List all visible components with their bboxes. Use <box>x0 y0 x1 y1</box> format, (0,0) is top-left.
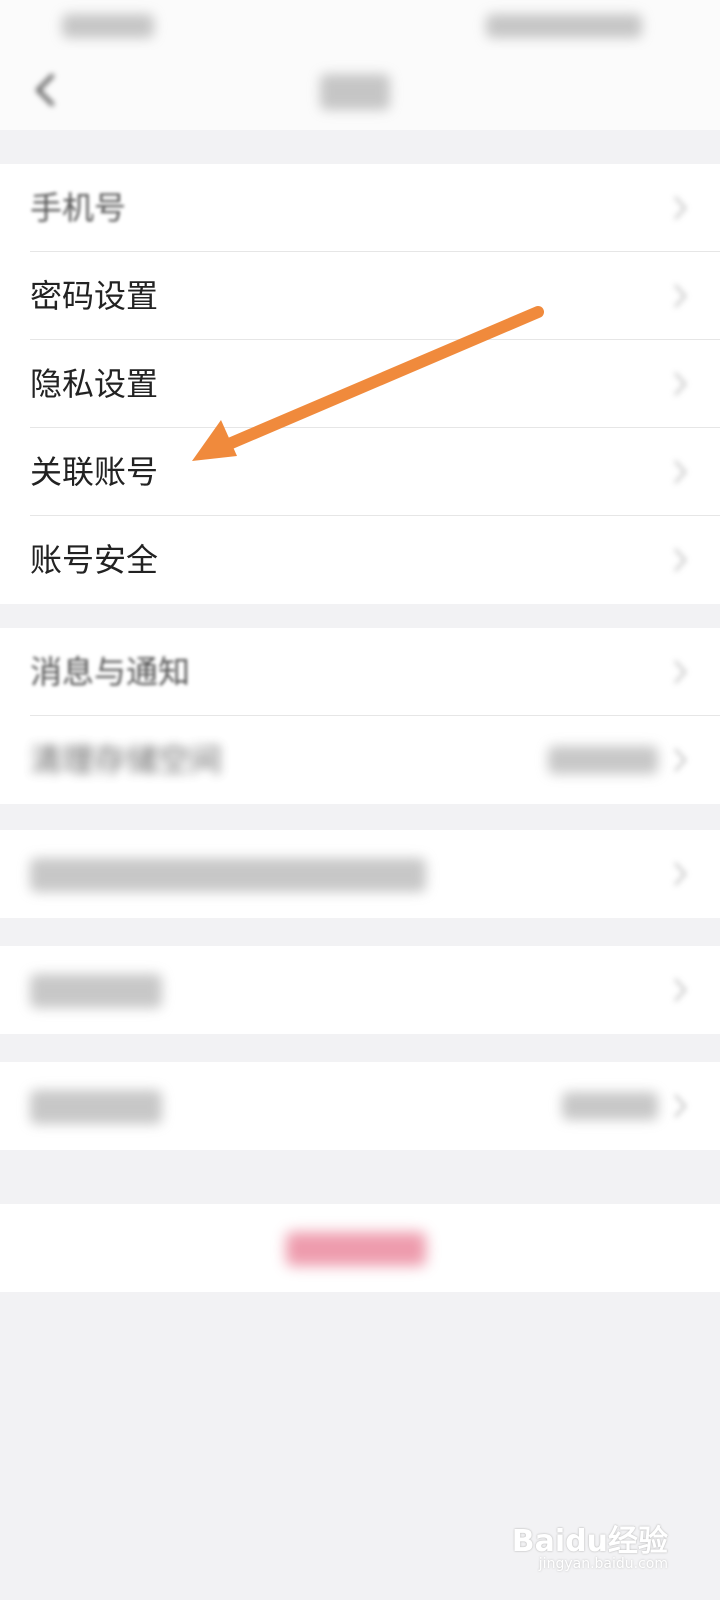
logout-button[interactable] <box>286 1232 426 1266</box>
row-label <box>30 858 426 892</box>
carrier-signal <box>62 14 154 38</box>
logout-row[interactable] <box>0 1204 720 1292</box>
settings-row-agreements[interactable] <box>0 830 720 918</box>
row-label: 手机号 <box>30 189 127 227</box>
settings-row-phone[interactable]: 手机号 <box>0 164 720 252</box>
watermark-url: jingyan.baidu.com <box>538 1556 668 1572</box>
row-label: 密码设置 <box>30 277 159 315</box>
watermark: Baidu经验 jingyan.baidu.com <box>512 1516 668 1574</box>
settings-row-version[interactable] <box>0 1062 720 1150</box>
chevron-right-icon <box>670 546 690 574</box>
chevron-right-icon <box>670 370 690 398</box>
row-label: 账号安全 <box>30 541 159 579</box>
chevron-right-icon <box>670 860 690 888</box>
chevron-right-icon <box>670 194 690 222</box>
account-settings-group: 手机号 密码设置 隐私设置 关联账号 账号安全 <box>0 164 720 604</box>
settings-row-password[interactable]: 密码设置 <box>0 252 720 340</box>
status-icons <box>486 14 642 38</box>
status-bar <box>0 0 720 50</box>
settings-row-linked-accounts[interactable]: 关联账号 <box>0 428 720 516</box>
settings-row-notifications[interactable]: 消息与通知 <box>0 628 720 716</box>
settings-row-clear-storage[interactable]: 清理存储空间 <box>0 716 720 804</box>
row-label <box>30 1090 162 1124</box>
row-label: 消息与通知 <box>30 653 191 691</box>
chevron-right-icon <box>670 458 690 486</box>
storage-size <box>548 746 658 774</box>
chevron-right-icon <box>670 746 690 774</box>
row-label: 关联账号 <box>30 453 159 491</box>
chevron-right-icon <box>670 658 690 686</box>
chevron-right-icon <box>670 282 690 310</box>
row-label: 隐私设置 <box>30 365 159 403</box>
general-settings-group: 消息与通知 清理存储空间 <box>0 628 720 804</box>
chevron-right-icon <box>670 976 690 1004</box>
chevron-right-icon <box>670 1092 690 1120</box>
watermark-logo: Baidu经验 <box>511 1524 668 1559</box>
update-group <box>0 1062 720 1150</box>
row-label <box>30 974 162 1008</box>
settings-row-about[interactable] <box>0 946 720 1034</box>
about-group <box>0 946 720 1034</box>
back-icon[interactable] <box>26 70 66 110</box>
agreements-group <box>0 830 720 918</box>
settings-row-privacy[interactable]: 隐私设置 <box>0 340 720 428</box>
version-value <box>562 1092 658 1120</box>
settings-row-account-security[interactable]: 账号安全 <box>0 516 720 604</box>
page-title <box>320 74 390 110</box>
row-label: 清理存储空间 <box>30 741 223 779</box>
